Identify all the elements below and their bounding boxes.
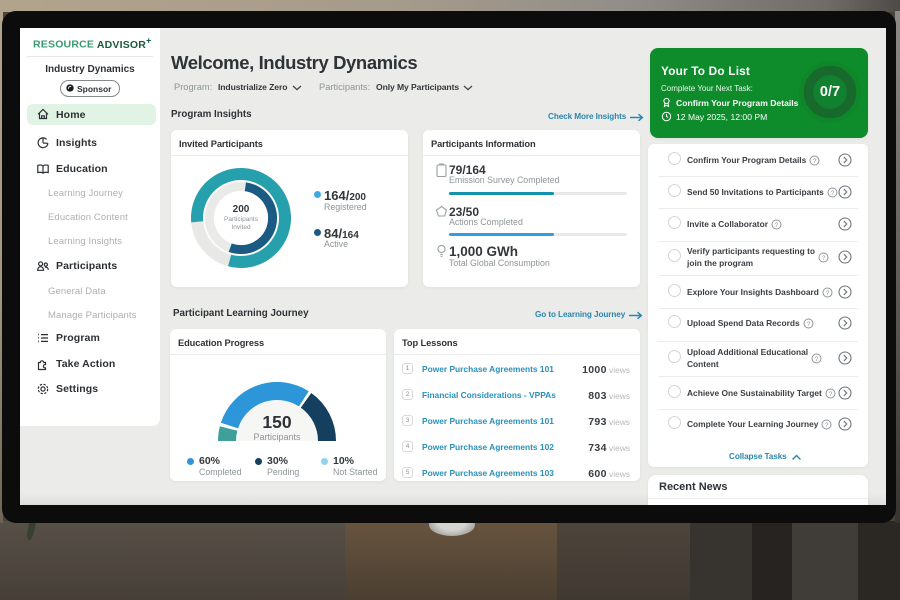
svg-text:?: ? [831,190,835,197]
svg-text:?: ? [826,290,830,297]
svg-text:?: ? [775,222,779,229]
svg-text:?: ? [813,158,817,165]
svg-text:?: ? [815,356,819,363]
svg-text:?: ? [807,321,811,328]
svg-text:?: ? [829,391,833,398]
svg-text:?: ? [822,255,826,262]
svg-text:?: ? [825,422,829,429]
